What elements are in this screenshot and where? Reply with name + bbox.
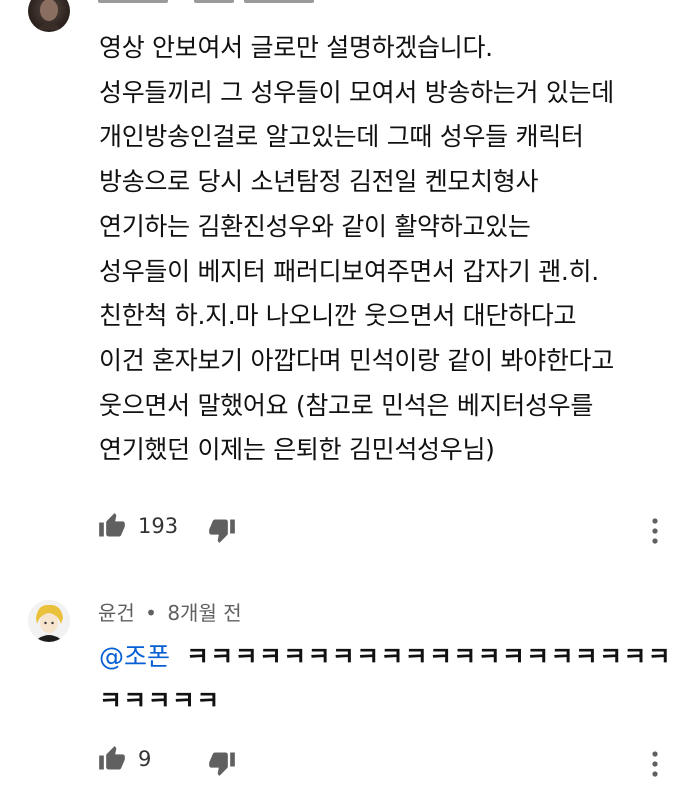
avatar-image bbox=[28, 600, 70, 642]
laugh-text: ㅋㅋㅋㅋㅋㅋㅋㅋㅋㅋㅋㅋㅋㅋㅋㅋㅋㅋㅋㅋ bbox=[185, 642, 672, 671]
thumb-up-icon bbox=[99, 513, 125, 537]
avatar[interactable] bbox=[28, 0, 70, 32]
thumb-down-icon bbox=[209, 752, 235, 776]
comment-text-line: 이건 혼자보기 아깝다며 민석이랑 같이 봐야한다고 bbox=[99, 345, 614, 375]
comment-thread-item: 윤건 • 8개월 전 @조폰 ㅋㅋㅋㅋㅋㅋㅋㅋㅋㅋㅋㅋㅋㅋㅋㅋㅋㅋㅋㅋ ㅋㅋㅋㅋ… bbox=[0, 585, 674, 797]
comment-action-bar: 9 bbox=[98, 745, 674, 779]
comment-text-line: 개인방송인걸로 알고있는데 그때 성우들 캐릭터 bbox=[99, 122, 584, 152]
dislike-button[interactable] bbox=[208, 749, 236, 777]
like-button[interactable]: 9 bbox=[98, 745, 151, 773]
cropped-header-text bbox=[98, 0, 314, 3]
comment-action-bar: 193 bbox=[98, 512, 674, 546]
dislike-button[interactable] bbox=[208, 516, 236, 544]
comment-text-line: @조폰 ㅋㅋㅋㅋㅋㅋㅋㅋㅋㅋㅋㅋㅋㅋㅋㅋㅋㅋㅋㅋ bbox=[99, 635, 672, 679]
like-count: 9 bbox=[138, 747, 152, 771]
avatar-image bbox=[36, 0, 62, 30]
comment-text-line: 연기하는 김환진성우와 같이 활약하고있는 bbox=[99, 211, 531, 241]
comment-text-line: 웃으면서 말했어요 (참고로 민석은 베지터성우를 bbox=[99, 390, 594, 420]
more-options-button[interactable] bbox=[650, 751, 660, 777]
comment-text-line: ㅋㅋㅋㅋㅋ bbox=[99, 686, 221, 715]
more-vert-icon bbox=[652, 518, 658, 544]
thumb-down-icon bbox=[209, 519, 235, 543]
like-button[interactable]: 193 bbox=[98, 512, 178, 540]
meta-separator: • bbox=[145, 601, 157, 625]
author-name[interactable]: 윤건 bbox=[98, 601, 135, 625]
more-options-button[interactable] bbox=[650, 518, 660, 544]
comment-text-line: 친한척 하.지.마 나오니깐 웃으면서 대단하다고 bbox=[99, 301, 577, 331]
comment-text: 영상 안보여서 글로만 설명하겠습니다. 성우들끼리 그 성우들이 모여서 방송… bbox=[99, 26, 614, 473]
comment-text-line: 방송으로 당시 소년탐정 김전일 켄모치형사 bbox=[99, 167, 539, 197]
comment-text-line: 성우들끼리 그 성우들이 모여서 방송하는거 있는데 bbox=[99, 77, 614, 107]
comment-text-line: 연기했던 이제는 은퇴한 김민석성우님) bbox=[99, 435, 495, 465]
comment-text-line: 성우들이 베지터 패러디보여주면서 갑자기 괜.히. bbox=[99, 256, 599, 286]
published-time[interactable]: 8개월 전 bbox=[167, 601, 241, 625]
avatar[interactable] bbox=[28, 600, 70, 642]
more-vert-icon bbox=[652, 751, 658, 777]
comment-text-line: 영상 안보여서 글로만 설명하겠습니다. bbox=[99, 33, 493, 62]
comment-meta: 윤건 • 8개월 전 bbox=[98, 597, 242, 626]
comment-thread-item: 영상 안보여서 글로만 설명하겠습니다. 성우들끼리 그 성우들이 모여서 방송… bbox=[0, 0, 674, 560]
mention-link[interactable]: @조폰 bbox=[99, 642, 170, 671]
like-count: 193 bbox=[138, 514, 179, 538]
comment-meta-cropped bbox=[98, 0, 328, 10]
thumb-up-icon bbox=[99, 746, 125, 770]
comment-text: @조폰 ㅋㅋㅋㅋㅋㅋㅋㅋㅋㅋㅋㅋㅋㅋㅋㅋㅋㅋㅋㅋ ㅋㅋㅋㅋㅋ bbox=[99, 635, 672, 723]
